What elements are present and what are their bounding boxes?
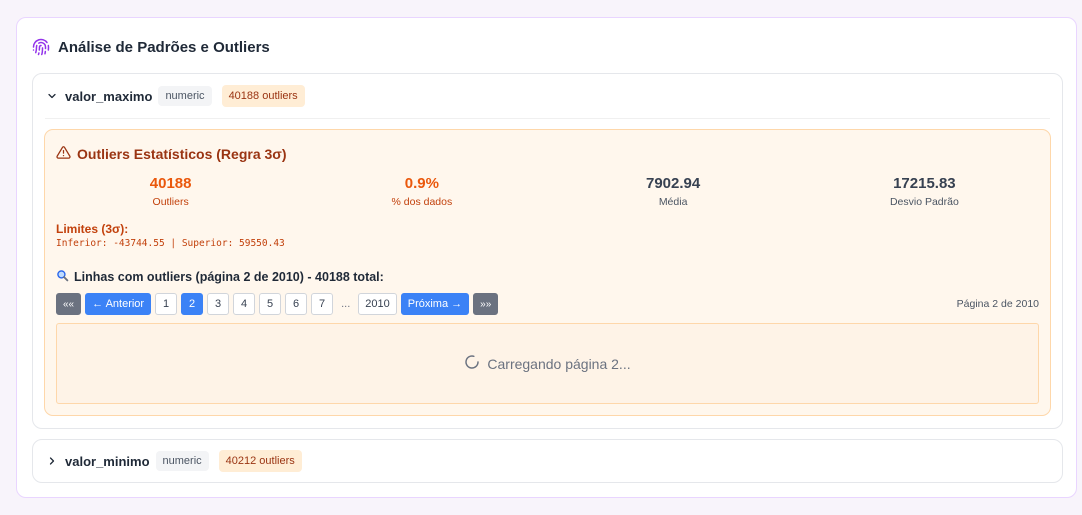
section-header-valor-maximo[interactable]: valor_maximo numeric 40188 outliers [45, 74, 1050, 119]
limits-values: Inferior: -43744.55 | Superior: 59550.43 [56, 238, 285, 249]
stat-label: Desvio Padrão [889, 196, 959, 208]
loading-area: Carregando página 2... [56, 323, 1039, 404]
stat-percent: 0.9% % dos dados [296, 175, 547, 208]
stat-value: 7902.94 [646, 175, 701, 192]
next-page-button[interactable]: Próxima → [400, 293, 470, 315]
page-button-7[interactable]: 7 [311, 293, 334, 315]
last-page-button[interactable]: »» [473, 293, 499, 315]
stat-label: Média [658, 196, 688, 208]
page-button-2-current[interactable]: 2 [181, 293, 204, 315]
fingerprint-icon [32, 38, 50, 56]
outliers-box-title: Outliers Estatísticos (Regra 3σ) [56, 145, 287, 163]
stat-label: % dos dados [391, 196, 453, 208]
stat-outliers: 40188 Outliers [45, 175, 296, 208]
spinner-icon [464, 354, 480, 373]
panel-header: Análise de Padrões e Outliers [32, 38, 270, 56]
statistical-outliers-box: Outliers Estatísticos (Regra 3σ) 40188 O… [44, 129, 1051, 416]
page-button-1[interactable]: 1 [155, 293, 178, 315]
chevron-down-icon[interactable] [45, 89, 59, 103]
first-page-button[interactable]: «« [56, 293, 82, 315]
outlier-rows-title: Linhas com outliers (página 2 de 2010) -… [56, 269, 384, 285]
chevron-right-icon[interactable] [45, 454, 59, 468]
page-button-6[interactable]: 6 [285, 293, 308, 315]
patterns-outliers-panel: Análise de Padrões e Outliers valor_maxi… [16, 17, 1077, 498]
stat-stddev: 17215.83 Desvio Padrão [799, 175, 1050, 208]
stat-value: 17215.83 [893, 175, 956, 192]
outliers-box-title-text: Outliers Estatísticos (Regra 3σ) [77, 146, 287, 162]
pagination-ellipsis: ... [341, 298, 351, 310]
limits-title: Limites (3σ): [56, 222, 129, 236]
column-name: valor_minimo [65, 453, 150, 469]
panel-title: Análise de Padrões e Outliers [58, 38, 270, 56]
stats-row: 40188 Outliers 0.9% % dos dados 7902.94 … [45, 175, 1050, 208]
stat-label: Outliers [152, 196, 189, 208]
stat-value: 40188 [149, 175, 192, 192]
magnifier-icon [56, 269, 69, 285]
last-page-number-button[interactable]: 2010 [358, 293, 397, 315]
page-button-4[interactable]: 4 [233, 293, 256, 315]
column-section-valor-maximo: valor_maximo numeric 40188 outliers Outl… [32, 73, 1063, 429]
section-header-valor-minimo[interactable]: valor_minimo numeric 40212 outliers [33, 440, 1062, 482]
type-badge: numeric [158, 86, 212, 106]
page-button-5[interactable]: 5 [259, 293, 282, 315]
column-name: valor_maximo [65, 88, 153, 104]
type-badge: numeric [155, 451, 209, 471]
stat-value: 0.9% [404, 175, 439, 192]
loading-text: Carregando página 2... [487, 355, 631, 372]
page-button-3[interactable]: 3 [207, 293, 230, 315]
pagination: «« ← Anterior 1 2 3 4 5 6 7 ... 2010 Pró… [56, 293, 499, 315]
stat-mean: 7902.94 Média [548, 175, 799, 208]
warning-icon [56, 145, 71, 163]
outlier-rows-title-text: Linhas com outliers (página 2 de 2010) -… [74, 270, 384, 284]
previous-page-button[interactable]: ← Anterior [85, 293, 152, 315]
outliers-badge: 40212 outliers [218, 450, 302, 472]
outliers-badge: 40188 outliers [221, 85, 305, 107]
column-section-valor-minimo: valor_minimo numeric 40212 outliers [32, 439, 1063, 483]
page-info: Página 2 de 2010 [956, 298, 1039, 310]
